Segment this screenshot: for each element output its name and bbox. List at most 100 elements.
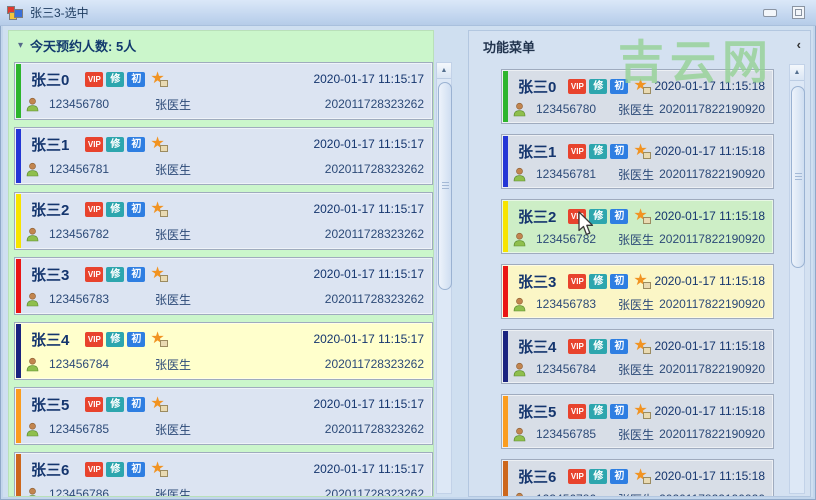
appointment-datetime: 2020-01-17 11:15:17 (313, 137, 424, 151)
record-number: 202011728323262 (324, 422, 424, 436)
vip-badge: VIP (85, 396, 104, 412)
card-bottom-row: 123456783 张医生 2020117822190920 (512, 294, 765, 314)
record-number: 202011728323262 (324, 227, 424, 241)
patient-card[interactable]: 张三6 VIP 修 初 ★ 2020-01-17 11:15:18 123456… (501, 459, 774, 496)
doctor-name: 张医生 (618, 427, 655, 442)
initial-visit-badge: 初 (610, 78, 629, 94)
card-top-row: 张三4 VIP 修 初 ★ 2020-01-17 11:15:17 (31, 329, 424, 349)
revisit-badge: 修 (106, 461, 125, 477)
revisit-badge: 修 (106, 266, 125, 282)
function-menu-panel: 功能菜单 ‹ 张三0 VIP 修 初 ★ 2020-01-17 11:15:18… (468, 30, 811, 497)
star-icon: ★ (150, 265, 169, 282)
person-icon (512, 102, 527, 117)
star-icon: ★ (150, 330, 169, 347)
card-bottom-row: 123456781 张医生 202011728323262 (25, 159, 424, 179)
titlebar: 张三3-选中 (0, 0, 816, 26)
patient-card[interactable]: 张三3 VIP 修 初 ★ 2020-01-17 11:15:18 123456… (501, 264, 774, 319)
patient-card[interactable]: 张三4 VIP 修 初 ★ 2020-01-17 11:15:17 123456… (14, 322, 433, 380)
patient-card[interactable]: 张三1 VIP 修 初 ★ 2020-01-17 11:15:18 123456… (501, 134, 774, 189)
patient-phone: 123456782 (536, 232, 597, 246)
record-number: 2020117822190920 (659, 427, 765, 441)
appointments-header[interactable]: ▾ 今天预约人数: 5人 (9, 31, 433, 59)
card-top-row: 张三5 VIP 修 初 ★ 2020-01-17 11:15:17 (31, 394, 424, 414)
card-bottom-row: 123456782 张医生 2020117822190920 (512, 229, 765, 249)
initial-visit-badge: 初 (127, 461, 146, 477)
collapse-panel-button[interactable]: ‹ (797, 38, 801, 52)
vip-badge: VIP (568, 273, 587, 289)
maximize-button[interactable] (788, 5, 808, 21)
doctor-name: 张医生 (618, 167, 655, 182)
appointments-card-list: 张三0 VIP 修 初 ★ 2020-01-17 11:15:17 123456… (14, 62, 433, 496)
person-icon (25, 97, 40, 112)
initial-visit-badge: 初 (610, 338, 629, 354)
patient-phone: 123456780 (49, 97, 110, 111)
patient-card[interactable]: 张三1 VIP 修 初 ★ 2020-01-17 11:15:17 123456… (14, 127, 433, 185)
patient-phone: 123456784 (536, 362, 597, 376)
minimize-icon (763, 8, 777, 17)
patient-card[interactable]: 张三3 VIP 修 初 ★ 2020-01-17 11:15:17 123456… (14, 257, 433, 315)
patient-phone: 123456782 (49, 227, 110, 241)
right-scrollbar[interactable]: ▲ (789, 64, 805, 494)
patient-name: 张三1 (31, 136, 70, 154)
card-top-row: 张三4 VIP 修 初 ★ 2020-01-17 11:15:18 (518, 336, 765, 356)
scroll-up-button[interactable]: ▲ (790, 65, 804, 81)
star-icon: ★ (633, 272, 652, 289)
vip-badge: VIP (85, 201, 104, 217)
card-top-row: 张三3 VIP 修 初 ★ 2020-01-17 11:15:18 (518, 271, 765, 291)
doctor-name: 张医生 (618, 491, 654, 497)
star-icon: ★ (150, 395, 169, 412)
star-icon: ★ (150, 200, 169, 217)
status-stripe (16, 454, 21, 496)
right-scrollbar-thumb[interactable] (791, 86, 805, 268)
patient-phone: 123456783 (49, 292, 110, 306)
scroll-up-button[interactable]: ▲ (437, 63, 451, 79)
card-bottom-row: 123456781 张医生 2020117822190920 (512, 164, 765, 184)
initial-visit-badge: 初 (610, 208, 629, 224)
vip-badge: VIP (568, 208, 587, 224)
card-top-row: 张三2 VIP 修 初 ★ 2020-01-17 11:15:17 (31, 199, 424, 219)
status-stripe (16, 324, 21, 378)
initial-visit-badge: 初 (127, 71, 146, 87)
vip-badge: VIP (85, 461, 104, 477)
patient-card[interactable]: 张三6 VIP 修 初 ★ 2020-01-17 11:15:17 123456… (14, 452, 433, 496)
doctor-name: 张医生 (155, 292, 192, 307)
record-number: 202011728323262 (324, 487, 424, 496)
card-bottom-row: 123456784 张医生 2020117822190920 (512, 359, 765, 379)
maximize-icon (791, 6, 805, 19)
star-icon: ★ (633, 467, 652, 484)
appointments-panel: ▾ 今天预约人数: 5人 张三0 VIP 修 初 ★ 2020-01-17 11… (8, 30, 434, 497)
minimize-button[interactable] (760, 5, 780, 21)
left-scrollbar[interactable]: ▲ (436, 62, 452, 494)
patient-card[interactable]: 张三2 VIP 修 初 ★ 2020-01-17 11:15:17 123456… (14, 192, 433, 250)
appointment-datetime: 2020-01-17 11:15:18 (654, 339, 765, 353)
person-icon (512, 362, 527, 377)
vip-badge: VIP (85, 71, 104, 87)
patient-card[interactable]: 张三5 VIP 修 初 ★ 2020-01-17 11:15:18 123456… (501, 394, 774, 449)
status-stripe (503, 266, 508, 317)
initial-visit-badge: 初 (127, 266, 146, 282)
arrow-up-icon: ▲ (440, 67, 448, 74)
status-stripe (16, 389, 21, 443)
card-bottom-row: 123456786 张医生 202011728323262 (25, 484, 424, 496)
card-top-row: 张三1 VIP 修 初 ★ 2020-01-17 11:15:17 (31, 134, 424, 154)
patient-name: 张三4 (31, 331, 70, 349)
initial-visit-badge: 初 (127, 396, 146, 412)
card-top-row: 张三6 VIP 修 初 ★ 2020-01-17 11:15:17 (31, 459, 424, 479)
patient-card[interactable]: 张三5 VIP 修 初 ★ 2020-01-17 11:15:17 123456… (14, 387, 433, 445)
star-icon: ★ (150, 460, 169, 477)
arrow-up-icon: ▲ (793, 69, 801, 76)
doctor-name: 张医生 (155, 357, 192, 372)
patient-name: 张三6 (518, 468, 557, 486)
patient-card[interactable]: 张三2 VIP 修 初 ★ 2020-01-17 11:15:18 123456… (501, 199, 774, 254)
record-number: 2020117822190920 (659, 297, 765, 311)
patient-card[interactable]: 张三0 VIP 修 初 ★ 2020-01-17 11:15:17 123456… (14, 62, 433, 120)
left-scrollbar-thumb[interactable] (438, 82, 452, 290)
patient-phone: 123456785 (49, 422, 110, 436)
status-stripe (503, 71, 508, 122)
patient-card[interactable]: 张三0 VIP 修 初 ★ 2020-01-17 11:15:18 123456… (501, 69, 774, 124)
patient-card[interactable]: 张三4 VIP 修 初 ★ 2020-01-17 11:15:18 123456… (501, 329, 774, 384)
initial-visit-badge: 初 (127, 331, 146, 347)
initial-visit-badge: 初 (127, 201, 146, 217)
record-number: 2020117822190920 (659, 232, 765, 246)
person-icon (512, 232, 527, 247)
